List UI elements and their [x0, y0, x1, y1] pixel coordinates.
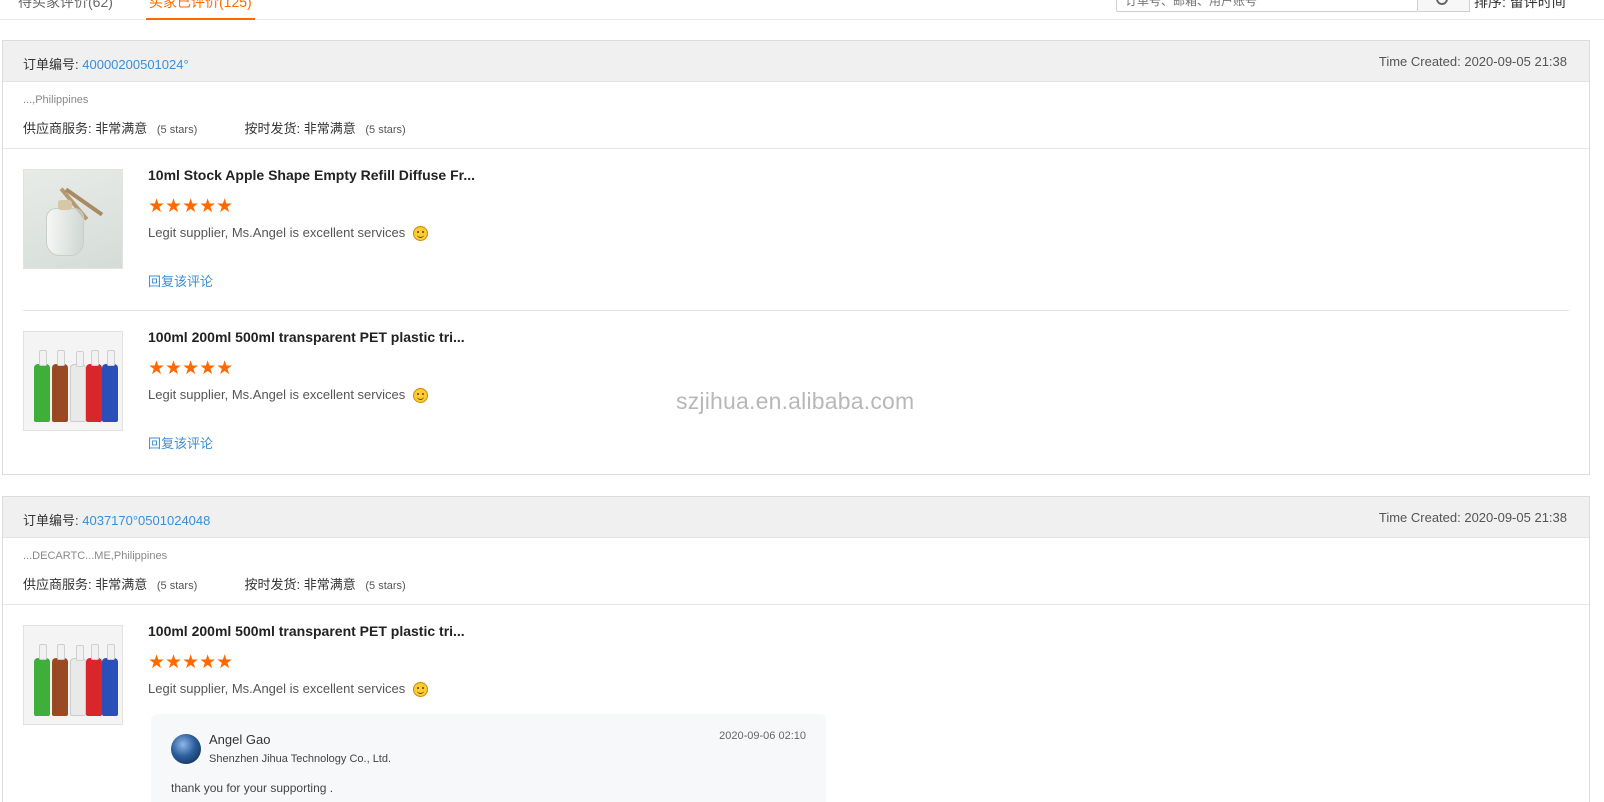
order-header: 订单编号: 40000200501024° Time Created: 2020…	[3, 41, 1589, 82]
buyer-location: ...,Philippines	[23, 94, 89, 106]
order-number-link[interactable]: 4037170°0501024048	[82, 513, 210, 528]
review-text: Legit supplier, Ms.Angel is excellent se…	[148, 225, 428, 242]
review-tab-bar: 待买家评价(62) 买家已评价(125) 排序: 留评时间	[0, 0, 1604, 20]
review-text-content: Legit supplier, Ms.Angel is excellent se…	[148, 681, 406, 696]
product-title[interactable]: 10ml Stock Apple Shape Empty Refill Diff…	[148, 167, 475, 183]
sort-dropdown[interactable]: 排序: 留评时间	[1474, 0, 1566, 12]
reply-text: thank you for your supporting .	[171, 781, 334, 795]
buyer-info: ...DECARTC...ME,Philippines 供应商服务: 非常满意 …	[3, 538, 1589, 605]
order-header: 订单编号: 4037170°0501024048 Time Created: 2…	[3, 497, 1589, 538]
reply-company-name: Shenzhen Jihua Technology Co., Ltd.	[209, 753, 392, 765]
ontime-delivery-label: 按时发货:	[244, 121, 301, 136]
colored-bottles-image	[24, 332, 122, 430]
review-text: Legit supplier, Ms.Angel is excellent se…	[148, 387, 428, 404]
search-button[interactable]	[1418, 0, 1470, 12]
ontime-delivery-value: 非常满意	[303, 577, 356, 592]
ontime-delivery-stars: (5 stars)	[365, 580, 406, 592]
product-review: 100ml 200ml 500ml transparent PET plasti…	[3, 605, 1589, 802]
time-created: Time Created: 2020-09-05 21:38	[1378, 54, 1567, 69]
product-thumbnail[interactable]	[23, 625, 123, 725]
search-input[interactable]	[1125, 0, 1395, 11]
ontime-delivery-label: 按时发货:	[244, 577, 301, 592]
star-rating: ★★★★★	[148, 358, 234, 379]
ontime-delivery-stars: (5 stars)	[365, 124, 406, 136]
star-rating: ★★★★★	[148, 196, 234, 217]
product-thumbnail[interactable]	[23, 169, 123, 269]
reply-review-link[interactable]: 回复该评论	[148, 271, 213, 290]
time-created: Time Created: 2020-09-05 21:38	[1378, 510, 1567, 525]
ontime-delivery-value: 非常满意	[303, 121, 356, 136]
order-number-link[interactable]: 40000200501024°	[82, 57, 188, 72]
review-text-content: Legit supplier, Ms.Angel is excellent se…	[148, 225, 406, 240]
supplier-service-value: 非常满意	[95, 577, 148, 592]
supplier-service-label: 供应商服务:	[23, 121, 92, 136]
search-icon	[1436, 0, 1448, 5]
supplier-service-stars: (5 stars)	[156, 580, 198, 592]
order-number-line: 订单编号: 4037170°0501024048	[23, 510, 210, 529]
supplier-reply-box: Angel Gao Shenzhen Jihua Technology Co.,…	[151, 714, 826, 802]
smile-emoji-icon	[412, 682, 428, 698]
tab-pending-reviews[interactable]: 待买家评价(62)	[18, 0, 113, 12]
product-title[interactable]: 100ml 200ml 500ml transparent PET plasti…	[148, 329, 465, 345]
order-number-label: 订单编号:	[23, 57, 79, 72]
buyer-info: ...,Philippines 供应商服务: 非常满意 (5 stars) 按时…	[3, 82, 1589, 149]
product-thumbnail[interactable]	[23, 331, 123, 431]
rating-row: 供应商服务: 非常满意 (5 stars) 按时发货: 非常满意 (5 star…	[23, 118, 406, 137]
reply-author-name: Angel Gao	[209, 732, 271, 747]
colored-bottles-image	[24, 626, 122, 724]
smile-emoji-icon	[412, 388, 428, 404]
product-title[interactable]: 100ml 200ml 500ml transparent PET plasti…	[148, 623, 465, 639]
reply-review-link[interactable]: 回复该评论	[148, 433, 213, 452]
supplier-service-stars: (5 stars)	[156, 124, 198, 136]
search-field[interactable]	[1116, 0, 1418, 12]
supplier-service-value: 非常满意	[95, 121, 148, 136]
avatar	[171, 734, 201, 764]
product-review: 10ml Stock Apple Shape Empty Refill Diff…	[23, 149, 1569, 311]
star-rating: ★★★★★	[148, 652, 234, 673]
buyer-location: ...DECARTC...ME,Philippines	[23, 550, 168, 562]
rating-row: 供应商服务: 非常满意 (5 stars) 按时发货: 非常满意 (5 star…	[23, 574, 406, 593]
tab-buyer-reviewed[interactable]: 买家已评价(125)	[146, 0, 255, 20]
supplier-service-label: 供应商服务:	[23, 577, 92, 592]
order-number-line: 订单编号: 40000200501024°	[23, 54, 189, 73]
order-number-label: 订单编号:	[23, 513, 79, 528]
review-text-content: Legit supplier, Ms.Angel is excellent se…	[148, 387, 406, 402]
reply-date: 2020-09-06 02:10	[719, 730, 806, 742]
order-review-card: 订单编号: 4037170°0501024048 Time Created: 2…	[2, 496, 1590, 802]
diffuser-bottle-image	[24, 170, 122, 268]
smile-emoji-icon	[412, 226, 428, 242]
review-text: Legit supplier, Ms.Angel is excellent se…	[148, 681, 428, 698]
watermark-text: szjihua.en.alibaba.com	[676, 388, 915, 414]
